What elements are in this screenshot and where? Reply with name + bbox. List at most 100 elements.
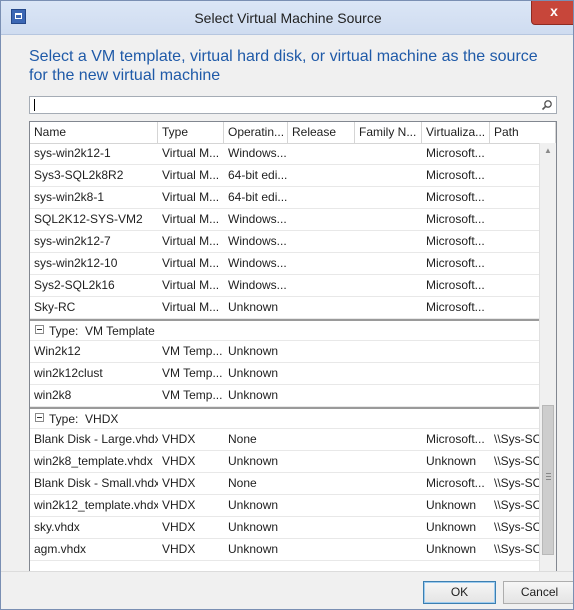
table-cell: VM Temp... [162,344,223,358]
column-header[interactable]: Name [30,122,158,143]
group-label: Type: VM Template [49,324,155,338]
source-list-grid: Name Type Operatin... Release Family N... Vir… [29,121,557,588]
table-row[interactable]: sys-win2k12-10 Virtual M... Windows... Micr… [30,253,539,275]
table-cell: Unknown [228,498,279,512]
table-row[interactable]: sky.vhdx VHDX Unknown Unknown \\Sys-SCV... [30,517,556,539]
vertical-scrollbar[interactable]: ▲ ▼ [539,143,556,587]
table-cell: Unknown [228,300,279,314]
group-header-row[interactable]: Type: VHDX [30,407,539,429]
table-cell [288,187,355,208]
collapse-icon[interactable] [35,325,44,334]
table-cell: Windows... [228,278,287,292]
table-cell: VM Temp... [162,366,223,380]
table-cell [288,451,355,472]
table-cell: Unknown [228,454,279,468]
table-row[interactable]: Win2k12 VM Temp... Unknown [30,341,539,363]
table-cell: win2k12_template.vhdx [34,498,158,512]
table-cell: VM Temp... [162,388,223,402]
table-cell [288,231,355,252]
table-cell: Virtual M... [162,212,220,226]
table-cell: 64-bit edi... [228,190,288,204]
table-cell: agm.vhdx [34,542,87,556]
table-cell: Unknown [228,388,279,402]
table-cell [288,275,355,296]
table-cell: Microsoft... [426,146,485,160]
table-row[interactable]: Blank Disk - Large.vhdx VHDX None Microsoft… [30,429,556,451]
table-cell [288,429,355,450]
table-row[interactable]: agm.vhdx VHDX Unknown Unknown \\Sys-SCV... [30,539,556,561]
table-cell: Unknown [228,542,279,556]
table-cell: Blank Disk - Small.vhdx [34,476,158,490]
column-header[interactable]: Path [490,122,556,143]
table-cell [355,363,422,384]
table-cell: VHDX [162,432,196,446]
table-cell: VHDX [162,476,196,490]
search-input[interactable] [29,96,557,114]
instruction-text: Select a VM template, virtual hard disk,… [29,48,538,84]
table-cell [355,539,422,560]
table-cell: Microsoft... [426,256,485,270]
column-header[interactable]: Family N... [355,122,422,143]
table-cell [288,385,355,406]
table-cell: Virtual M... [162,190,220,204]
table-cell [288,495,355,516]
scrollbar-thumb[interactable] [542,405,554,555]
table-row[interactable]: Sys3-SQL2k8R2 Virtual M... 64-bit edi... Mi… [30,165,539,187]
table-cell: Microsoft... [426,476,485,490]
table-cell [355,165,422,186]
column-header[interactable]: Type [158,122,224,143]
table-cell: Windows... [228,212,287,226]
ok-button[interactable]: OK [423,581,496,604]
table-cell: VHDX [162,542,196,556]
table-cell: Unknown [426,520,477,534]
collapse-icon[interactable] [35,413,44,422]
table-cell [355,429,422,450]
table-cell: Sys2-SQL2k16 [34,278,115,292]
table-cell: 64-bit edi... [228,168,288,182]
table-cell [355,231,422,252]
table-row[interactable]: SQL2K12-SYS-VM2 Virtual M... Windows... Mic… [30,209,539,231]
table-cell: VHDX [162,520,196,534]
table-row[interactable]: Blank Disk - Small.vhdx VHDX None Microsoft… [30,473,556,495]
table-cell [422,341,490,362]
table-row[interactable]: Sys2-SQL2k16 Virtual M... Windows... Micros… [30,275,539,297]
scroll-up-arrow-icon[interactable]: ▲ [540,143,556,159]
table-row[interactable]: sys-win2k12-7 Virtual M... Windows... Micro… [30,231,539,253]
table-cell: Microsoft... [426,190,485,204]
table-cell [355,187,422,208]
table-cell: VHDX [162,454,196,468]
table-cell: Virtual M... [162,256,220,270]
table-row[interactable]: win2k8 VM Temp... Unknown [30,385,539,407]
table-cell [355,297,422,318]
table-cell: sys-win2k8-1 [34,190,105,204]
grid-rows: sys-win2k12-1 Virtual M... Windows... Micro… [30,143,556,561]
cancel-button[interactable]: Cancel [503,581,573,604]
table-row[interactable]: win2k12clust VM Temp... Unknown [30,363,539,385]
table-cell: Unknown [228,520,279,534]
column-header[interactable]: Virtualiza... [422,122,490,143]
table-row[interactable]: sys-win2k12-1 Virtual M... Windows... Micro… [30,143,539,165]
table-cell [288,473,355,494]
table-cell [422,385,490,406]
table-cell [355,209,422,230]
title-bar[interactable]: Select Virtual Machine Source x [1,1,573,35]
search-icon[interactable] [541,99,553,111]
column-header[interactable]: Release [288,122,355,143]
column-header[interactable]: Operatin... [224,122,288,143]
table-cell: Unknown [426,454,477,468]
close-button[interactable]: x [531,1,573,25]
table-cell [355,341,422,362]
text-caret [34,99,35,111]
table-row[interactable]: Sky-RC Virtual M... Unknown Microsoft... [30,297,539,319]
table-cell [422,363,490,384]
table-cell: win2k12clust [34,366,103,380]
table-cell: VHDX [162,498,196,512]
group-header-row[interactable]: Type: VM Template [30,319,539,341]
table-cell: sys-win2k12-1 [34,146,111,160]
table-cell [288,539,355,560]
table-cell: win2k8 [34,388,72,402]
table-row[interactable]: win2k8_template.vhdx VHDX Unknown Unknown \\… [30,451,556,473]
table-cell: Unknown [228,366,279,380]
table-row[interactable]: sys-win2k8-1 Virtual M... 64-bit edi... Mic… [30,187,539,209]
table-row[interactable]: win2k12_template.vhdx VHDX Unknown Unknown \… [30,495,556,517]
